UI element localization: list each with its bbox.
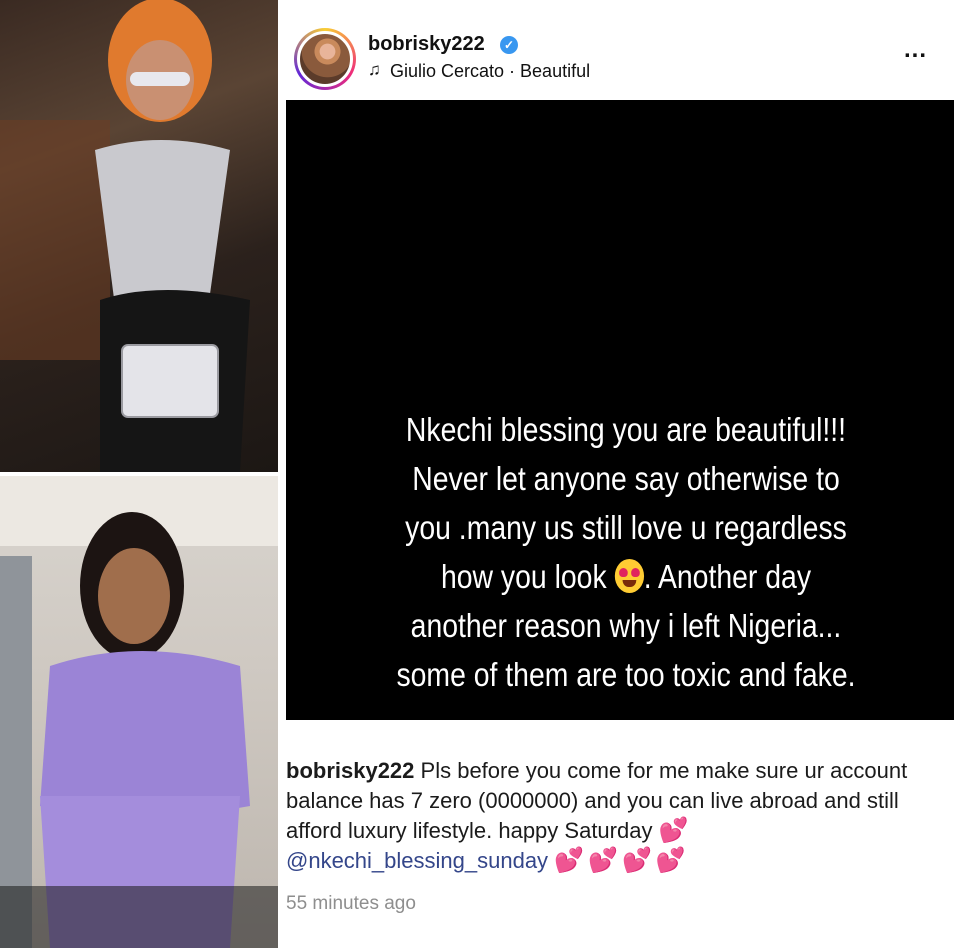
story-line-part: how you look	[440, 558, 607, 595]
post-username[interactable]: bobrisky222	[368, 33, 485, 56]
hearts-emoji-icon: 💕💕💕💕	[554, 847, 690, 874]
photo-top	[0, 0, 278, 472]
music-note-icon: ♫	[368, 60, 381, 79]
post-caption: bobrisky222 Pls before you come for me m…	[286, 756, 960, 876]
avatar[interactable]	[297, 31, 353, 87]
story-line-part: . Another day	[643, 558, 812, 595]
heart-eyes-emoji-icon	[614, 559, 644, 593]
story-line: how you look . Another day	[368, 552, 884, 601]
photo-top-figure	[0, 0, 250, 472]
story-line: another reason why i left Nigeria...	[410, 607, 842, 644]
divider-horizontal	[0, 472, 278, 476]
story-line: some of them are too toxic and fake.	[396, 656, 856, 693]
caption-mention[interactable]: @nkechi_blessing_sunday	[286, 848, 548, 873]
story-line: Never let anyone say otherwise to	[412, 460, 840, 497]
photo-bottom-figure	[0, 476, 278, 948]
story-image: Nkechi blessing you are beautiful!!! Nev…	[286, 100, 954, 720]
more-options-icon[interactable]: ...	[904, 36, 927, 64]
story-line: Nkechi blessing you are beautiful!!!	[405, 411, 847, 448]
instagram-post: bobrisky222 ✓ ♫ Giulio Cercato · Beautif…	[282, 0, 960, 948]
avatar-story-ring[interactable]	[294, 28, 356, 90]
photo-bottom	[0, 476, 278, 948]
hearts-emoji-icon: 💕	[658, 817, 693, 844]
caption-username[interactable]: bobrisky222	[286, 758, 414, 783]
story-line: you .many us still love u regardless	[405, 509, 847, 546]
verified-badge-icon: ✓	[500, 36, 518, 54]
story-text: Nkechi blessing you are beautiful!!! Nev…	[368, 405, 884, 699]
post-timestamp: 55 minutes ago	[286, 893, 416, 914]
audio-track-label[interactable]: Giulio Cercato · Beautiful	[390, 61, 590, 82]
